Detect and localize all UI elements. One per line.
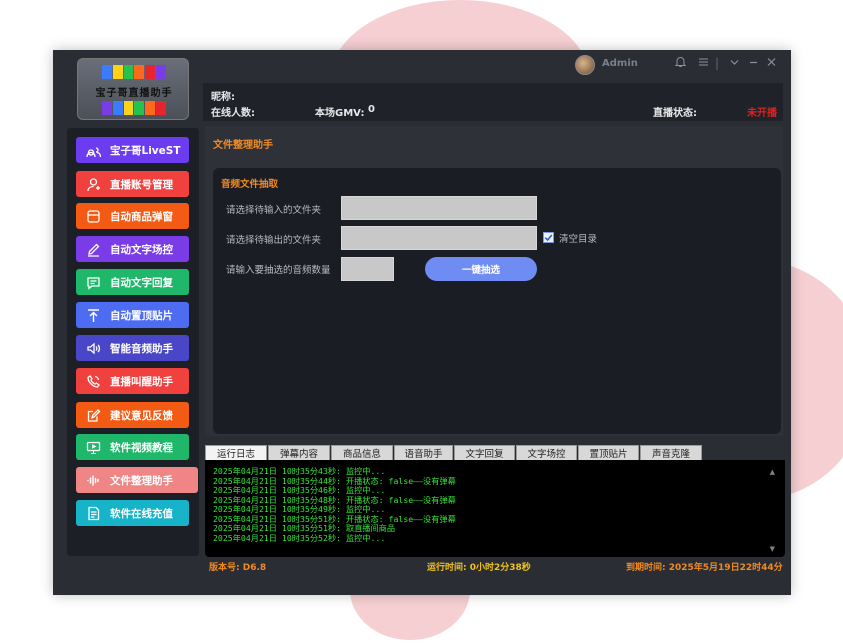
count-input[interactable] xyxy=(341,257,394,281)
monitor-icon xyxy=(84,438,102,456)
sidebar-item-label: 自动文字场控 xyxy=(110,243,173,256)
chat-icon xyxy=(84,273,102,291)
sidebar-item-label: 宝子哥LiveST xyxy=(110,144,181,157)
log-console: ▲ ▼ 2025年04月21日 10时35分43秒: 监控中... 2025年04… xyxy=(205,460,785,557)
user-icon xyxy=(84,175,102,193)
output-folder-label: 请选择待输出的文件夹 xyxy=(226,235,322,246)
online-count-label: 在线人数: xyxy=(211,108,255,119)
chevron-down-icon[interactable] xyxy=(729,56,740,72)
close-icon[interactable] xyxy=(766,56,777,72)
edit-icon xyxy=(84,406,102,424)
sidebar-item-label: 自动文字回复 xyxy=(110,276,173,289)
expire-label: 到期时间: 2025年5月19日22时44分 xyxy=(626,563,783,573)
window-icon xyxy=(84,207,102,225)
sidebar-item[interactable]: 直播账号管理 xyxy=(76,171,189,197)
sidebar-item[interactable]: 自动置顶贴片 xyxy=(76,302,189,328)
sidebar-item-label: 自动商品弹窗 xyxy=(110,210,173,223)
sidebar-item[interactable]: 自动文字回复 xyxy=(76,269,189,295)
user-name: Admin xyxy=(602,58,638,69)
log-line: 2025年04月21日 10时35分52秒: 监控中... xyxy=(213,532,386,543)
users-icon xyxy=(84,141,102,159)
nickname-label: 昵称: xyxy=(211,92,235,103)
log-tab[interactable]: 声音克隆 xyxy=(640,445,702,461)
avatar[interactable] xyxy=(575,55,595,75)
sidebar-item-label: 自动置顶贴片 xyxy=(110,309,173,322)
sidebar-item-label: 建议意见反馈 xyxy=(110,409,173,422)
audio-extract-section: 音频文件抽取 请选择待输入的文件夹 请选择待输出的文件夹 清空目录 请输入要抽选… xyxy=(213,168,781,434)
waveform-icon xyxy=(84,471,102,489)
live-status-value: 未开播 xyxy=(747,108,777,119)
version-label: 版本号: D6.8 xyxy=(209,563,267,573)
gmv-label: 本场GMV: xyxy=(315,108,365,119)
log-tab[interactable]: 语音助手 xyxy=(394,445,453,461)
speaker-icon xyxy=(84,339,102,357)
minimize-icon[interactable] xyxy=(748,56,759,72)
log-tab[interactable]: 文字场控 xyxy=(516,445,577,461)
title-separator: | xyxy=(715,56,720,70)
sidebar-item-label: 软件视频教程 xyxy=(110,441,173,454)
app-logo: 宝子哥直播助手 xyxy=(77,58,189,120)
scroll-up-icon[interactable]: ▲ xyxy=(770,468,775,476)
runtime-label: 运行时间: 0小时2分38秒 xyxy=(427,563,531,573)
input-folder-label: 请选择待输入的文件夹 xyxy=(226,205,322,216)
input-folder-field[interactable] xyxy=(341,196,537,220)
sidebar-item-label: 直播账号管理 xyxy=(110,178,173,191)
live-info-bar: 昵称: 在线人数: 本场GMV: 0 直播状态: 未开播 xyxy=(203,83,783,121)
phone-icon xyxy=(84,372,102,390)
logo-text: 宝子哥直播助手 xyxy=(95,88,173,99)
sidebar-item-label: 文件整理助手 xyxy=(110,474,173,487)
clear-dir-checkbox[interactable] xyxy=(543,232,554,243)
log-tab[interactable]: 商品信息 xyxy=(331,445,393,461)
clear-dir-label: 清空目录 xyxy=(559,234,598,245)
extract-button[interactable]: 一键抽选 xyxy=(425,257,537,281)
sidebar: 宝子哥LiveST 直播账号管理 自动商品弹窗 自动文字场控 自动文字回复 自动置顶贴片智… xyxy=(67,128,199,556)
main-panel: 文件整理助手 音频文件抽取 请选择待输入的文件夹 请选择待输出的文件夹 清空目录… xyxy=(205,126,783,436)
sidebar-item[interactable]: 自动文字场控 xyxy=(76,236,189,262)
section-title: 音频文件抽取 xyxy=(221,179,279,190)
live-status-label: 直播状态: xyxy=(653,108,697,119)
sidebar-item[interactable]: 软件在线充值 xyxy=(76,500,189,526)
sidebar-item-label: 智能音频助手 xyxy=(110,342,173,355)
gmv-value: 0 xyxy=(368,104,375,115)
log-tab[interactable]: 文字回复 xyxy=(454,445,515,461)
sidebar-item[interactable]: 自动商品弹窗 xyxy=(76,203,189,229)
sidebar-item-label: 直播叫醒助手 xyxy=(110,375,173,388)
sidebar-item[interactable]: 文件整理助手 xyxy=(76,467,198,493)
sidebar-item[interactable]: 软件视频教程 xyxy=(76,434,189,460)
log-tab[interactable]: 置顶贴片 xyxy=(578,445,639,461)
pin-top-icon xyxy=(84,306,102,324)
sidebar-item-label: 软件在线充值 xyxy=(110,507,173,520)
log-tabs: 运行日志 弹幕内容 商品信息 语音助手 文字回复 文字场控 置顶贴片 声音克隆 xyxy=(205,445,783,461)
sidebar-item[interactable]: 宝子哥LiveST xyxy=(76,137,189,163)
log-tab[interactable]: 弹幕内容 xyxy=(268,445,330,461)
scroll-down-icon[interactable]: ▼ xyxy=(770,545,775,553)
log-tab[interactable]: 运行日志 xyxy=(205,445,267,461)
sidebar-item[interactable]: 建议意见反馈 xyxy=(76,402,189,428)
app-window: Admin | 宝子哥直播助手 昵称: 在线人数: 本场GMV: 0 直播状态:… xyxy=(53,50,791,595)
sidebar-item[interactable]: 直播叫醒助手 xyxy=(76,368,189,394)
logo-blocks xyxy=(102,65,166,79)
menu-icon[interactable] xyxy=(698,56,709,72)
page-title: 文件整理助手 xyxy=(213,140,273,151)
output-folder-field[interactable] xyxy=(341,226,537,250)
document-icon xyxy=(84,504,102,522)
sidebar-item[interactable]: 智能音频助手 xyxy=(76,335,189,361)
bell-icon[interactable] xyxy=(674,56,687,72)
count-label: 请输入要抽选的音频数量 xyxy=(226,265,331,276)
pen-icon xyxy=(84,240,102,258)
logo-blocks xyxy=(102,101,166,115)
